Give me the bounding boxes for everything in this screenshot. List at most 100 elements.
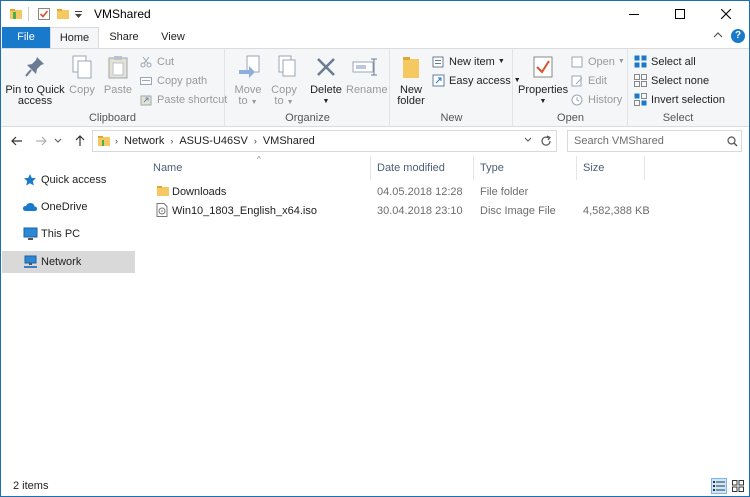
move-to-button[interactable]: Move to ▼ bbox=[234, 53, 262, 108]
file-type: File folder bbox=[480, 186, 529, 198]
open-button[interactable]: Open ▼ bbox=[570, 53, 625, 70]
file-row-downloads[interactable]: Downloads 04.05.2018 12:28 File folder bbox=[149, 182, 645, 202]
file-name: Win10_1803_English_x64.iso bbox=[172, 205, 317, 217]
properties-check-icon[interactable] bbox=[37, 6, 51, 22]
breadcrumb-asus-u46sv[interactable]: ASUS-U46SV bbox=[179, 135, 247, 147]
copy-label: Copy bbox=[69, 84, 95, 96]
help-icon[interactable]: ? bbox=[731, 29, 745, 43]
invert-selection-icon bbox=[633, 93, 647, 107]
properties-dropdown-icon[interactable]: ▼ bbox=[518, 96, 568, 107]
paste-shortcut-button[interactable]: Paste shortcut bbox=[139, 91, 227, 108]
copy-button[interactable]: Copy bbox=[67, 53, 97, 96]
folder-icon bbox=[156, 184, 170, 200]
pin-label-line2: access bbox=[17, 95, 53, 107]
paste-button[interactable]: Paste bbox=[102, 53, 134, 96]
column-header-size[interactable]: Size bbox=[577, 156, 645, 180]
customize-toolbar-icon[interactable] bbox=[74, 6, 83, 22]
rename-icon bbox=[350, 53, 380, 81]
breadcrumb-network[interactable]: Network bbox=[124, 135, 164, 147]
refresh-icon[interactable] bbox=[540, 135, 552, 147]
delete-dropdown-icon[interactable]: ▼ bbox=[310, 96, 342, 107]
rename-button[interactable]: Rename bbox=[346, 53, 388, 96]
maximize-button[interactable] bbox=[657, 1, 703, 27]
open-icon bbox=[570, 55, 584, 69]
history-icon bbox=[570, 93, 584, 107]
pin-icon bbox=[20, 53, 50, 81]
copy-to-button[interactable]: Copy to ▼ bbox=[270, 53, 298, 108]
minimize-button[interactable] bbox=[611, 1, 657, 27]
new-folder-icon bbox=[396, 53, 426, 81]
ribbon: Pin to Quick access Copy Paste Cut Copy … bbox=[1, 48, 749, 127]
item-count: 2 items bbox=[13, 480, 49, 492]
up-arrow-icon[interactable] bbox=[72, 133, 88, 149]
delete-button[interactable]: Delete ▼ bbox=[310, 53, 342, 107]
nav-item-this-pc[interactable]: This PC bbox=[2, 223, 135, 245]
select-all-button[interactable]: Select all bbox=[633, 53, 696, 70]
clipboard-group-label: Clipboard bbox=[88, 112, 137, 124]
column-header-type[interactable]: Type bbox=[474, 156, 577, 180]
nav-item-onedrive[interactable]: OneDrive bbox=[2, 196, 135, 218]
nav-item-quick-access[interactable]: Quick access bbox=[2, 169, 135, 191]
file-row-win10-iso[interactable]: Win10_1803_English_x64.iso 30.04.2018 23… bbox=[149, 201, 650, 221]
breadcrumb-separator[interactable]: › bbox=[170, 136, 173, 146]
back-arrow-icon[interactable] bbox=[9, 133, 25, 149]
tab-share[interactable]: Share bbox=[99, 27, 149, 48]
copy-icon bbox=[67, 53, 97, 81]
breadcrumb-separator[interactable]: › bbox=[254, 136, 257, 146]
forward-arrow-icon[interactable] bbox=[33, 133, 49, 149]
edit-label: Edit bbox=[588, 74, 607, 87]
search-input[interactable] bbox=[567, 130, 742, 152]
column-header-name[interactable]: Name bbox=[147, 156, 371, 180]
breadcrumb-vmshared[interactable]: VMShared bbox=[263, 135, 315, 147]
large-icons-view-icon[interactable] bbox=[730, 478, 746, 494]
column-header-date-modified[interactable]: Date modified bbox=[371, 156, 474, 180]
tab-file[interactable]: File bbox=[2, 27, 50, 48]
copy-path-button[interactable]: Copy path bbox=[139, 72, 207, 89]
invert-selection-label: Invert selection bbox=[651, 93, 725, 106]
close-button[interactable] bbox=[703, 1, 749, 27]
open-dropdown-icon: ▼ bbox=[617, 58, 625, 65]
new-item-button[interactable]: New item ▼ bbox=[431, 53, 505, 70]
status-bar: 2 items bbox=[1, 476, 749, 496]
delete-label: Delete bbox=[310, 84, 342, 96]
folder-app-icon bbox=[9, 6, 23, 22]
star-icon bbox=[22, 172, 38, 188]
nav-item-network[interactable]: Network bbox=[2, 251, 135, 273]
select-all-icon bbox=[633, 55, 647, 69]
address-history-chevron-icon[interactable] bbox=[524, 137, 532, 143]
new-folder-line2: folder bbox=[397, 95, 425, 107]
ribbon-tabs: File Home Share View ? bbox=[1, 27, 749, 48]
move-to-icon bbox=[234, 53, 264, 81]
new-item-label: New item bbox=[449, 55, 495, 68]
rename-label: Rename bbox=[346, 84, 388, 96]
open-group-label: Open bbox=[557, 112, 584, 124]
breadcrumb-separator[interactable]: › bbox=[115, 136, 118, 146]
open-group: Properties ▼ Open ▼ Edit History Open bbox=[514, 49, 628, 127]
copy-to-icon bbox=[270, 53, 300, 81]
properties-icon bbox=[528, 53, 558, 81]
monitor-icon bbox=[22, 226, 38, 242]
easy-access-label: Easy access bbox=[449, 74, 511, 87]
cloud-icon bbox=[22, 199, 38, 215]
pin-to-quick-access-button[interactable]: Pin to Quick access bbox=[5, 53, 65, 107]
address-bar[interactable]: › Network › ASUS-U46SV › VMShared bbox=[92, 130, 557, 152]
history-button[interactable]: History bbox=[570, 91, 622, 108]
clipboard-group: Pin to Quick access Copy Paste Cut Copy … bbox=[1, 49, 227, 127]
edit-button[interactable]: Edit bbox=[570, 72, 607, 89]
cut-button[interactable]: Cut bbox=[139, 53, 174, 70]
new-folder-quick-icon[interactable] bbox=[56, 6, 70, 22]
properties-button[interactable]: Properties ▼ bbox=[518, 53, 568, 107]
details-view-icon[interactable] bbox=[711, 478, 727, 494]
tab-home[interactable]: Home bbox=[50, 27, 99, 48]
easy-access-button[interactable]: Easy access ▼ bbox=[431, 72, 521, 89]
search-icon[interactable] bbox=[727, 136, 738, 147]
select-none-button[interactable]: Select none bbox=[633, 72, 709, 89]
navigation-pane: Quick access OneDrive This PC Network bbox=[1, 156, 135, 476]
nav-item-label: Quick access bbox=[41, 174, 107, 186]
tab-view[interactable]: View bbox=[149, 27, 197, 48]
new-folder-button[interactable]: New folder bbox=[395, 53, 427, 107]
quick-access-divider bbox=[28, 6, 30, 22]
collapse-ribbon-icon[interactable] bbox=[713, 30, 723, 43]
recent-locations-chevron-icon[interactable] bbox=[53, 133, 63, 149]
invert-selection-button[interactable]: Invert selection bbox=[633, 91, 725, 108]
